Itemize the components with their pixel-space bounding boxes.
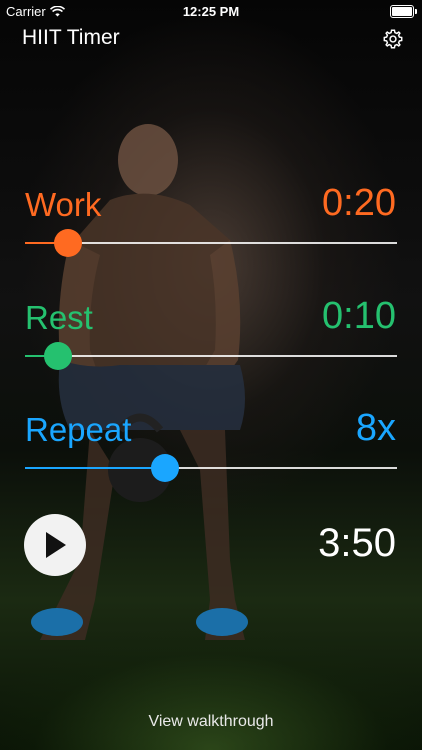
- battery-icon: [390, 5, 417, 18]
- play-icon: [46, 532, 66, 558]
- status-bar: Carrier 12:25 PM: [0, 0, 422, 22]
- repeat-slider-thumb[interactable]: [150, 454, 179, 482]
- work-slider-thumb[interactable]: [53, 229, 82, 257]
- work-label: Work: [25, 186, 102, 223]
- repeat-label: Repeat: [25, 411, 132, 448]
- background-photo: [0, 0, 422, 750]
- rest-value: 0:10: [322, 295, 396, 337]
- repeat-slider-fill: [25, 467, 165, 469]
- walkthrough-link[interactable]: View walkthrough: [0, 713, 422, 731]
- work-slider[interactable]: [25, 229, 397, 257]
- rest-slider[interactable]: [25, 342, 397, 370]
- rest-label: Rest: [25, 299, 93, 336]
- repeat-slider[interactable]: [25, 454, 397, 482]
- status-time: 12:25 PM: [182, 4, 240, 19]
- rest-slider-thumb[interactable]: [43, 342, 72, 370]
- gear-icon[interactable]: [382, 28, 404, 50]
- total-time: 3:50: [318, 521, 396, 565]
- page-title: HIIT Timer: [22, 26, 120, 49]
- play-button[interactable]: [24, 514, 86, 576]
- work-value: 0:20: [322, 182, 396, 224]
- repeat-value: 8x: [355, 407, 396, 449]
